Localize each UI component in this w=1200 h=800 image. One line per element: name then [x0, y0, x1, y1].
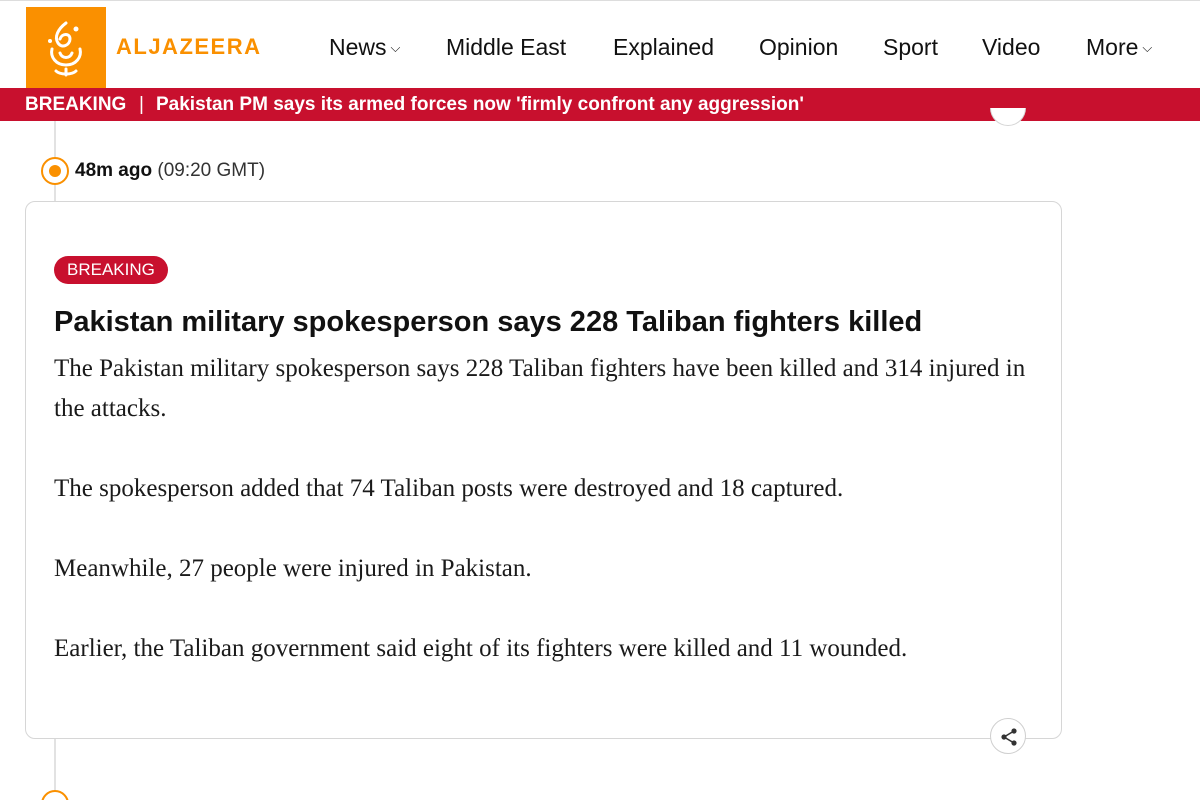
- share-button[interactable]: [990, 718, 1026, 754]
- nav-item-more[interactable]: More ⌵: [1086, 34, 1152, 61]
- chevron-down-icon: ⌵: [1142, 40, 1153, 55]
- nav-item-video[interactable]: Video: [982, 34, 1040, 61]
- paragraph: Meanwhile, 27 people were injured in Pak…: [54, 555, 532, 582]
- nav-item-label: Sport: [883, 34, 938, 60]
- update-body: The Pakistan military spokesperson says …: [54, 349, 1044, 669]
- time-ago: 48m ago: [75, 160, 153, 181]
- chevron-down-icon: ⌵: [390, 40, 401, 55]
- logo[interactable]: [26, 7, 106, 89]
- paragraph: The spokesperson added that 74 Taliban p…: [54, 475, 844, 502]
- paragraph: Earlier, the Taliban government said eig…: [54, 635, 908, 662]
- page: ALJAZEERA News ⌵ Middle East Explained Op…: [0, 0, 1200, 800]
- timeline-dot-icon: [41, 790, 69, 800]
- breaking-separator: |: [139, 94, 144, 115]
- nav-item-middle-east[interactable]: Middle East: [446, 34, 566, 61]
- breaking-headline-link[interactable]: Pakistan PM says its armed forces now 'f…: [156, 94, 804, 116]
- site-header: ALJAZEERA News ⌵ Middle East Explained Op…: [0, 0, 1200, 89]
- nav-item-sport[interactable]: Sport: [883, 34, 938, 61]
- share-icon: [1001, 728, 1017, 746]
- nav-item-label: Video: [982, 34, 1041, 60]
- nav-item-opinion[interactable]: Opinion: [759, 34, 838, 61]
- nav-item-label: News: [329, 34, 387, 60]
- nav-item-label: Opinion: [759, 34, 839, 60]
- nav-item-label: Explained: [613, 34, 715, 60]
- previous-share-button[interactable]: [990, 108, 1026, 126]
- paragraph: The Pakistan military spokesperson says …: [54, 355, 1026, 422]
- aljazeera-logo-icon: [48, 21, 82, 77]
- brand-wordmark[interactable]: ALJAZEERA: [116, 34, 262, 60]
- nav-item-news[interactable]: News ⌵: [329, 34, 400, 61]
- breaking-label: BREAKING: [25, 94, 127, 115]
- update-timestamp: 48m ago (09:20 GMT): [75, 160, 265, 182]
- nav-item-label: Middle East: [446, 34, 567, 60]
- live-update-card: BREAKING Pakistan military spokesperson …: [25, 201, 1062, 754]
- update-title: Pakistan military spokesperson says 228 …: [54, 306, 923, 338]
- nav-item-explained[interactable]: Explained: [613, 34, 714, 61]
- time-gmt: (09:20 GMT): [157, 160, 266, 181]
- nav-item-label: More: [1086, 34, 1139, 60]
- breaking-badge: BREAKING: [54, 256, 168, 284]
- timeline-dot-icon: [41, 157, 69, 185]
